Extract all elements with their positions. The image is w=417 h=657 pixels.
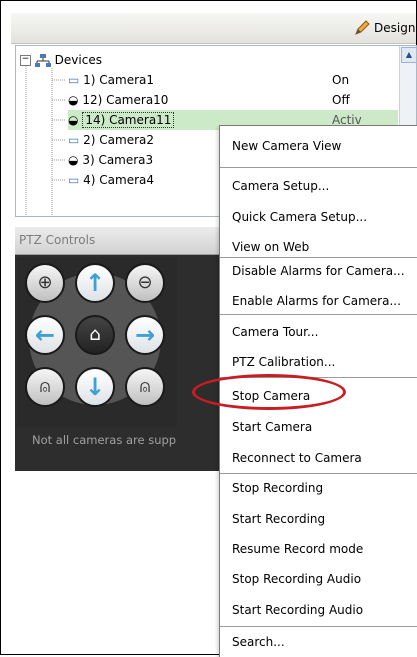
application-window: Design − Devices ▭ 1) Camera1 On ◒ 12) C…: [0, 0, 417, 657]
menu-item-disable-alarms[interactable]: Disable Alarms for Camera...: [232, 260, 405, 282]
dome-camera-icon: ◒: [68, 153, 79, 167]
tree-item-camera2[interactable]: ▭ 2) Camera2: [68, 130, 154, 150]
collapse-icon[interactable]: −: [20, 55, 31, 66]
menu-separator: [220, 473, 417, 474]
tree-item-label: 14) Camera11: [82, 112, 175, 128]
tree-root-label: Devices: [54, 53, 102, 67]
menu-item-quick-camera-setup[interactable]: Quick Camera Setup...: [232, 206, 367, 228]
lock-closed-icon[interactable]: ⍝: [125, 367, 165, 407]
menu-item-ptz-calibration[interactable]: PTZ Calibration...: [232, 351, 335, 373]
tree-item-label: 12) Camera10: [82, 93, 169, 107]
dome-camera-icon: ◒: [68, 93, 79, 107]
toolbar: Design: [11, 13, 416, 44]
tree-item-label: 2) Camera2: [83, 133, 155, 147]
zoom-in-icon[interactable]: ⊕: [25, 263, 65, 303]
design-label: Design: [374, 21, 416, 35]
tree-root[interactable]: − Devices: [20, 50, 102, 70]
menu-item-search[interactable]: Search...: [232, 631, 285, 653]
menu-item-camera-tour[interactable]: Camera Tour...: [232, 321, 318, 343]
menu-separator: [220, 626, 417, 627]
menu-item-start-recording[interactable]: Start Recording: [232, 508, 325, 530]
menu-item-stop-recording-audio[interactable]: Stop Recording Audio: [232, 568, 361, 590]
tree-item-camera10[interactable]: ◒ 12) Camera10 Off: [68, 90, 398, 110]
arrow-left-icon[interactable]: ←: [25, 315, 65, 355]
tree-item-camera1[interactable]: ▭ 1) Camera1 On: [68, 70, 398, 90]
menu-item-view-on-web[interactable]: View on Web: [232, 236, 309, 258]
menu-separator: [220, 314, 417, 315]
highlight-circle: [192, 374, 346, 410]
ptz-unsupported-note: Not all cameras are supp: [32, 433, 177, 447]
tree-item-label: 4) Camera4: [83, 173, 155, 187]
menu-item-reconnect-camera[interactable]: Reconnect to Camera: [232, 447, 362, 469]
network-icon: [34, 53, 51, 67]
pencil-icon: [355, 20, 370, 35]
design-button[interactable]: Design: [354, 20, 415, 36]
arrow-down-icon[interactable]: ↓: [75, 367, 115, 407]
lock-open-icon[interactable]: ⍝: [25, 367, 65, 407]
tree-item-camera3[interactable]: ◒ 3) Camera3: [68, 150, 153, 170]
menu-item-stop-recording[interactable]: Stop Recording: [232, 477, 323, 499]
tree-item-camera4[interactable]: ▭ 4) Camera4: [68, 170, 154, 190]
dome-camera-icon: ◒: [68, 113, 79, 127]
tree-item-label: 1) Camera1: [83, 73, 155, 87]
menu-item-resume-record-mode[interactable]: Resume Record mode: [232, 538, 363, 560]
menu-item-enable-alarms[interactable]: Enable Alarms for Camera...: [232, 290, 401, 312]
menu-item-start-camera[interactable]: Start Camera: [232, 416, 312, 438]
arrow-right-icon[interactable]: →: [125, 315, 165, 355]
tree-item-label: 3) Camera3: [82, 153, 154, 167]
arrow-up-icon[interactable]: ↑: [75, 263, 115, 303]
camera-icon: ▭: [68, 133, 80, 147]
camera-status: On: [332, 73, 350, 87]
menu-item-start-recording-audio[interactable]: Start Recording Audio: [232, 599, 363, 621]
menu-item-camera-setup[interactable]: Camera Setup...: [232, 175, 329, 197]
zoom-out-icon[interactable]: ⊖: [125, 263, 165, 303]
menu-item-new-camera-view[interactable]: New Camera View: [232, 135, 341, 157]
home-icon[interactable]: ⌂: [75, 315, 115, 355]
scroll-up-icon[interactable]: ▲: [401, 47, 416, 63]
menu-separator: [220, 167, 417, 168]
camera-icon: ▭: [68, 73, 80, 87]
menu-separator: [220, 257, 417, 258]
ptz-controls-title: PTZ Controls: [19, 233, 96, 247]
camera-icon: ▭: [68, 173, 80, 187]
camera-status: Off: [332, 93, 350, 107]
